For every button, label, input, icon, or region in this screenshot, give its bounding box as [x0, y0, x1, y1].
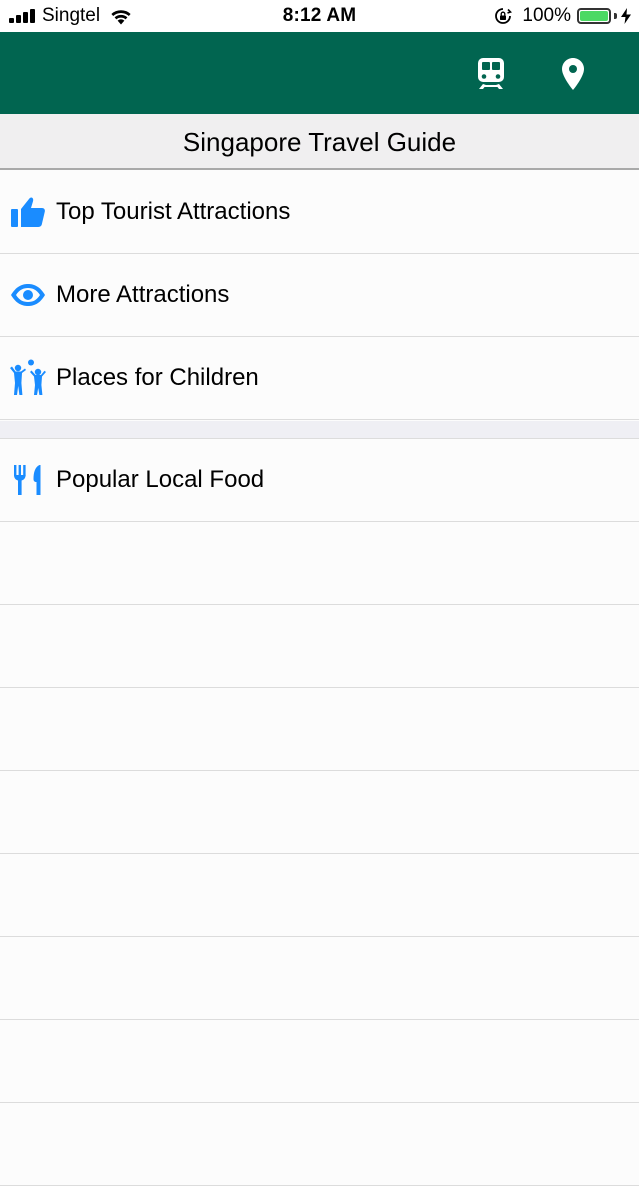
children-icon — [9, 359, 47, 397]
orientation-lock-icon — [495, 8, 513, 24]
location-button[interactable] — [553, 54, 593, 94]
battery-icon — [577, 8, 611, 24]
empty-row — [0, 1103, 639, 1186]
empty-row — [0, 771, 639, 854]
menu-section-main: Top Tourist Attractions More Attractions — [0, 171, 639, 420]
empty-row — [0, 605, 639, 688]
page-title: Singapore Travel Guide — [0, 114, 639, 170]
map-pin-icon — [562, 58, 584, 90]
empty-row — [0, 1020, 639, 1103]
menu-section-food: Popular Local Food — [0, 439, 639, 1186]
empty-row — [0, 688, 639, 771]
menu-item-more-attractions[interactable]: More Attractions — [0, 254, 639, 337]
menu-item-popular-local-food[interactable]: Popular Local Food — [0, 439, 639, 522]
menu-item-places-for-children[interactable]: Places for Children — [0, 337, 639, 420]
menu-item-label: Top Tourist Attractions — [56, 198, 291, 225]
eye-icon — [9, 276, 47, 314]
battery-fill — [580, 11, 608, 21]
empty-row — [0, 937, 639, 1020]
train-icon — [478, 58, 504, 89]
status-right: 100% — [494, 0, 631, 32]
status-bar: Singtel 8:12 AM 100% — [0, 0, 639, 32]
battery-cap — [614, 13, 617, 19]
nav-bar — [0, 32, 639, 114]
empty-row — [0, 854, 639, 937]
menu-item-label: Places for Children — [56, 364, 259, 391]
menu-item-label: Popular Local Food — [56, 466, 265, 493]
thumbs-up-icon — [9, 193, 47, 231]
battery-percentage: 100% — [522, 5, 571, 26]
charging-bolt-icon — [621, 8, 631, 24]
fork-knife-icon — [9, 461, 47, 499]
train-button[interactable] — [471, 54, 511, 94]
empty-row — [0, 522, 639, 605]
section-separator — [0, 421, 639, 439]
menu-item-top-tourist-attractions[interactable]: Top Tourist Attractions — [0, 171, 639, 254]
menu-item-label: More Attractions — [56, 281, 230, 308]
